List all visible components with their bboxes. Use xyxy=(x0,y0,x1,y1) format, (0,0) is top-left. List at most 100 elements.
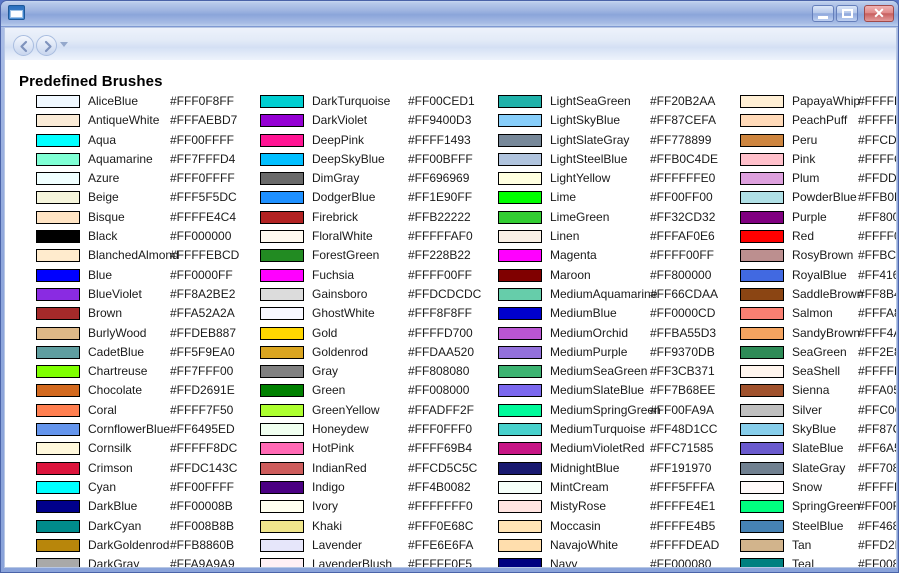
brush-row[interactable]: DimGray #FF696969 xyxy=(260,170,488,189)
brush-row[interactable]: BlueViolet #FF8A2BE2 xyxy=(36,286,250,305)
brush-row[interactable]: Aquamarine #FF7FFFD4 xyxy=(36,151,250,170)
brush-row[interactable]: LimeGreen #FF32CD32 xyxy=(498,209,730,228)
brush-row[interactable]: DarkGray #FFA9A9A9 xyxy=(36,556,250,567)
brush-row[interactable]: Tan #FFD2B48C xyxy=(740,537,896,556)
brush-row[interactable]: Honeydew #FFF0FFF0 xyxy=(260,421,488,440)
brush-row[interactable]: Crimson #FFDC143C xyxy=(36,460,250,479)
brush-row[interactable]: LightSlateGray #FF778899 xyxy=(498,132,730,151)
brush-row[interactable]: MidnightBlue #FF191970 xyxy=(498,460,730,479)
brush-row[interactable]: MediumSeaGreen #FF3CB371 xyxy=(498,363,730,382)
brush-row[interactable]: Blue #FF0000FF xyxy=(36,267,250,286)
brush-row[interactable]: NavajoWhite #FFFFDEAD xyxy=(498,537,730,556)
brush-row[interactable]: SlateGray #FF708090 xyxy=(740,460,896,479)
brush-row[interactable]: Gainsboro #FFDCDCDC xyxy=(260,286,488,305)
brush-row[interactable]: LightSeaGreen #FF20B2AA xyxy=(498,93,730,112)
brush-row[interactable]: Aqua #FF00FFFF xyxy=(36,132,250,151)
brush-row[interactable]: Bisque #FFFFE4C4 xyxy=(36,209,250,228)
title-bar[interactable]: ✕ xyxy=(1,1,898,27)
brush-row[interactable]: Brown #FFA52A2A xyxy=(36,305,250,324)
brush-row[interactable]: BlanchedAlmond #FFFFEBCD xyxy=(36,247,250,266)
close-button[interactable]: ✕ xyxy=(864,5,894,22)
brush-row[interactable]: Peru #FFCD853F xyxy=(740,132,896,151)
brush-row[interactable]: DeepPink #FFFF1493 xyxy=(260,132,488,151)
brush-row[interactable]: RosyBrown #FFBC8F8F xyxy=(740,247,896,266)
brush-row[interactable]: PapayaWhip#FFFFEFD5 xyxy=(740,93,896,112)
brush-row[interactable]: SeaGreen #FF2E8B57 xyxy=(740,344,896,363)
brush-row[interactable]: Silver #FFC0C0C0 xyxy=(740,402,896,421)
brush-row[interactable]: Snow #FFFFFAFA xyxy=(740,479,896,498)
brush-row[interactable]: Teal #FF008080 xyxy=(740,556,896,567)
back-button[interactable] xyxy=(13,35,34,56)
brush-row[interactable]: DarkGoldenrod #FFB8860B xyxy=(36,537,250,556)
brush-row[interactable]: Firebrick #FFB22222 xyxy=(260,209,488,228)
chevron-down-icon[interactable] xyxy=(60,42,68,47)
brush-row[interactable]: MediumSlateBlue #FF7B68EE xyxy=(498,382,730,401)
brush-row[interactable]: SpringGreen#FF00FF7F xyxy=(740,498,896,517)
brush-row[interactable]: AntiqueWhite #FFFAEBD7 xyxy=(36,112,250,131)
brush-row[interactable]: Purple #FF800080 xyxy=(740,209,896,228)
brush-row[interactable]: Black #FF000000 xyxy=(36,228,250,247)
brush-row[interactable]: SkyBlue #FF87CEEB xyxy=(740,421,896,440)
brush-row[interactable]: Khaki #FFF0E68C xyxy=(260,518,488,537)
brush-row[interactable]: SandyBrown#FFF4A460 xyxy=(740,325,896,344)
brush-row[interactable]: Moccasin #FFFFE4B5 xyxy=(498,518,730,537)
brush-row[interactable]: MediumTurquoise #FF48D1CC xyxy=(498,421,730,440)
brush-row[interactable]: MediumOrchid #FFBA55D3 xyxy=(498,325,730,344)
brush-row[interactable]: IndianRed #FFCD5C5C xyxy=(260,460,488,479)
brush-row[interactable]: Lime #FF00FF00 xyxy=(498,189,730,208)
brush-row[interactable]: DeepSkyBlue #FF00BFFF xyxy=(260,151,488,170)
brush-row[interactable]: Pink #FFFFC0CB xyxy=(740,151,896,170)
brush-row[interactable]: Chartreuse #FF7FFF00 xyxy=(36,363,250,382)
brush-row[interactable]: DarkTurquoise #FF00CED1 xyxy=(260,93,488,112)
maximize-button[interactable] xyxy=(836,5,858,22)
brush-row[interactable]: Plum #FFDDA0DD xyxy=(740,170,896,189)
brush-row[interactable]: BurlyWood #FFDEB887 xyxy=(36,325,250,344)
brush-row[interactable]: Linen #FFFAF0E6 xyxy=(498,228,730,247)
brush-row[interactable]: DodgerBlue #FF1E90FF xyxy=(260,189,488,208)
brush-row[interactable]: CornflowerBlue #FF6495ED xyxy=(36,421,250,440)
brush-row[interactable]: DarkCyan #FF008B8B xyxy=(36,518,250,537)
brush-row[interactable]: HotPink #FFFF69B4 xyxy=(260,440,488,459)
brush-row[interactable]: Gold #FFFFD700 xyxy=(260,325,488,344)
brush-row[interactable]: ForestGreen #FF228B22 xyxy=(260,247,488,266)
brush-row[interactable]: CadetBlue #FF5F9EA0 xyxy=(36,344,250,363)
brush-row[interactable]: Chocolate #FFD2691E xyxy=(36,382,250,401)
brush-row[interactable]: PowderBlue#FFB0E0E6 xyxy=(740,189,896,208)
brush-row[interactable]: Cyan #FF00FFFF xyxy=(36,479,250,498)
brush-row[interactable]: Salmon #FFFA8072 xyxy=(740,305,896,324)
brush-row[interactable]: RoyalBlue #FF4169E1 xyxy=(740,267,896,286)
brush-row[interactable]: FloralWhite #FFFFFAF0 xyxy=(260,228,488,247)
brush-row[interactable]: Sienna #FFA0522D xyxy=(740,382,896,401)
brush-row[interactable]: SaddleBrown#FF8B4513 xyxy=(740,286,896,305)
brush-row[interactable]: Ivory #FFFFFFF0 xyxy=(260,498,488,517)
brush-row[interactable]: SteelBlue #FF4682B4 xyxy=(740,518,896,537)
brush-row[interactable]: Green #FF008000 xyxy=(260,382,488,401)
brush-row[interactable]: MintCream #FFF5FFFA xyxy=(498,479,730,498)
brush-row[interactable]: Azure #FFF0FFFF xyxy=(36,170,250,189)
brush-row[interactable]: Indigo #FF4B0082 xyxy=(260,479,488,498)
brush-row[interactable]: MistyRose #FFFFE4E1 xyxy=(498,498,730,517)
brush-row[interactable]: MediumPurple #FF9370DB xyxy=(498,344,730,363)
brush-row[interactable]: SeaShell #FFFFF5EE xyxy=(740,363,896,382)
brush-row[interactable]: Coral #FFFF7F50 xyxy=(36,402,250,421)
brush-row[interactable]: LightSteelBlue #FFB0C4DE xyxy=(498,151,730,170)
brush-row[interactable]: MediumAquamarine #FF66CDAA xyxy=(498,286,730,305)
brush-row[interactable]: LightYellow #FFFFFFE0 xyxy=(498,170,730,189)
brush-row[interactable]: Magenta #FFFF00FF xyxy=(498,247,730,266)
brush-row[interactable]: DarkViolet #FF9400D3 xyxy=(260,112,488,131)
brush-row[interactable]: Beige #FFF5F5DC xyxy=(36,189,250,208)
brush-row[interactable]: SlateBlue #FF6A5ACD xyxy=(740,440,896,459)
brush-row[interactable]: Lavender #FFE6E6FA xyxy=(260,537,488,556)
brush-row[interactable]: PeachPuff #FFFFDAB9 xyxy=(740,112,896,131)
brush-row[interactable]: Navy #FF000080 xyxy=(498,556,730,567)
brush-row[interactable]: Gray #FF808080 xyxy=(260,363,488,382)
brush-row[interactable]: GhostWhite #FFF8F8FF xyxy=(260,305,488,324)
brush-row[interactable]: GreenYellow #FFADFF2F xyxy=(260,402,488,421)
brush-row[interactable]: MediumSpringGreen #FF00FA9A xyxy=(498,402,730,421)
brush-row[interactable]: Fuchsia #FFFF00FF xyxy=(260,267,488,286)
brush-row[interactable]: LavenderBlush #FFFFF0F5 xyxy=(260,556,488,567)
brush-row[interactable]: AliceBlue #FFF0F8FF xyxy=(36,93,250,112)
brush-row[interactable]: Cornsilk #FFFFF8DC xyxy=(36,440,250,459)
brush-row[interactable]: MediumVioletRed #FFC71585 xyxy=(498,440,730,459)
brush-row[interactable]: MediumBlue #FF0000CD xyxy=(498,305,730,324)
